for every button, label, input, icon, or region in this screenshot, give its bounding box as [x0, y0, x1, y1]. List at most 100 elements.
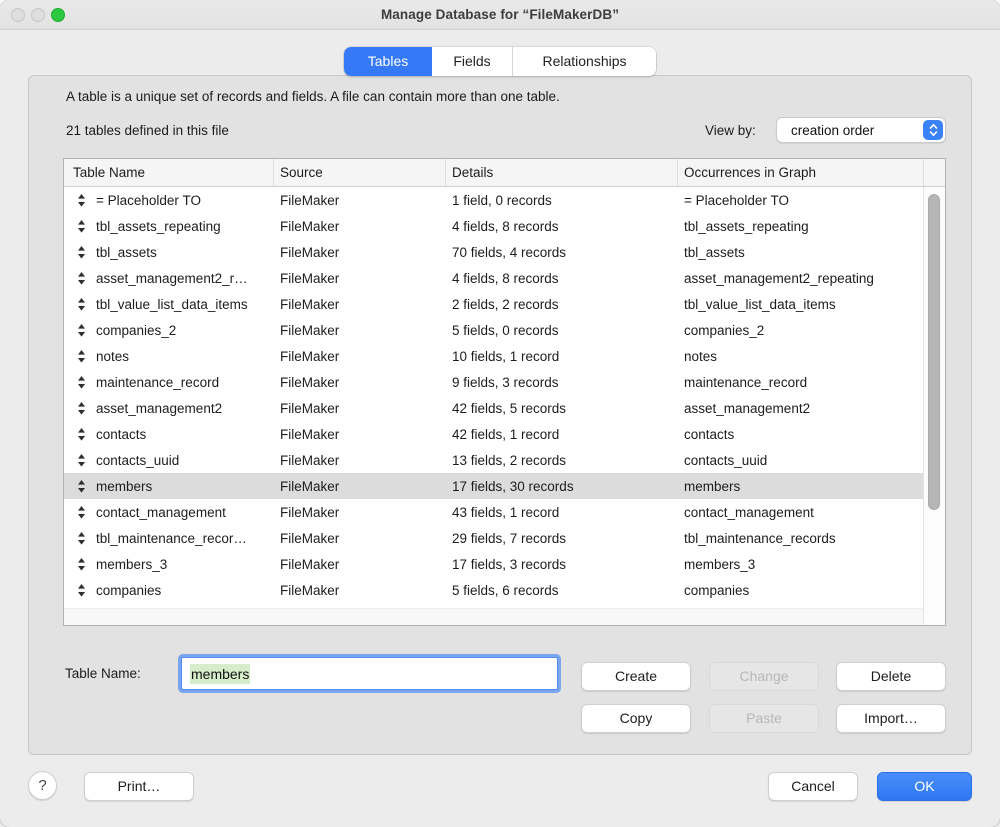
reorder-handle-icon[interactable] [77, 402, 86, 415]
reorder-handle-icon[interactable] [77, 532, 86, 545]
table-row[interactable]: members_3 FileMaker 17 fields, 3 records… [64, 551, 924, 577]
cell-source: FileMaker [274, 349, 446, 364]
cell-source: FileMaker [274, 427, 446, 442]
table-row[interactable]: asset_management2 FileMaker 42 fields, 5… [64, 395, 924, 421]
table-row[interactable]: contacts_uuid FileMaker 13 fields, 2 rec… [64, 447, 924, 473]
cell-details: 4 fields, 8 records [446, 271, 678, 286]
cell-details: 10 fields, 1 record [446, 349, 678, 364]
cancel-button[interactable]: Cancel [768, 772, 858, 801]
cell-source: FileMaker [274, 583, 446, 598]
reorder-handle-icon[interactable] [77, 246, 86, 259]
cell-table-name: notes [96, 349, 129, 364]
reorder-handle-icon[interactable] [77, 298, 86, 311]
cell-table-name: tbl_maintenance_recor… [96, 531, 247, 546]
delete-button[interactable]: Delete [836, 662, 946, 691]
tables-list: Table Name Source Details Occurrences in… [63, 158, 946, 626]
cell-occurrences: asset_management2_repeating [678, 271, 924, 286]
column-header-details[interactable]: Details [446, 159, 678, 186]
cell-occurrences: contact_management [678, 505, 924, 520]
column-header-table-name[interactable]: Table Name [64, 159, 274, 186]
vertical-scrollbar[interactable] [923, 187, 945, 625]
cell-source: FileMaker [274, 323, 446, 338]
reorder-handle-icon[interactable] [77, 194, 86, 207]
tables-list-header: Table Name Source Details Occurrences in… [64, 159, 945, 187]
cell-table-name: tbl_value_list_data_items [96, 297, 248, 312]
cell-details: 42 fields, 1 record [446, 427, 678, 442]
cell-source: FileMaker [274, 453, 446, 468]
reorder-handle-icon[interactable] [77, 558, 86, 571]
cell-details: 5 fields, 0 records [446, 323, 678, 338]
table-row[interactable]: tbl_value_list_data_items FileMaker 2 fi… [64, 291, 924, 317]
cell-source: FileMaker [274, 297, 446, 312]
column-header-source[interactable]: Source [274, 159, 446, 186]
table-name-input[interactable]: members [181, 657, 558, 690]
cell-details: 9 fields, 3 records [446, 375, 678, 390]
cell-table-name: companies [96, 583, 161, 598]
table-row[interactable]: contact_management FileMaker 43 fields, … [64, 499, 924, 525]
cell-occurrences: members [678, 479, 924, 494]
view-by-dropdown[interactable]: creation order [776, 117, 946, 143]
table-row[interactable]: contacts FileMaker 42 fields, 1 record c… [64, 421, 924, 447]
table-row[interactable]: companies FileMaker 5 fields, 6 records … [64, 577, 924, 603]
cell-occurrences: maintenance_record [678, 375, 924, 390]
table-row[interactable]: = Placeholder TO FileMaker 1 field, 0 re… [64, 187, 924, 213]
panel-description: A table is a unique set of records and f… [66, 89, 560, 104]
tab-fields[interactable]: Fields [432, 47, 512, 76]
vertical-scrollbar-thumb[interactable] [928, 194, 940, 510]
cell-source: FileMaker [274, 271, 446, 286]
reorder-handle-icon[interactable] [77, 454, 86, 467]
cell-table-name: members [96, 479, 152, 494]
create-button[interactable]: Create [581, 662, 691, 691]
cell-source: FileMaker [274, 245, 446, 260]
reorder-handle-icon[interactable] [77, 324, 86, 337]
cell-table-name: contacts [96, 427, 146, 442]
reorder-handle-icon[interactable] [77, 584, 86, 597]
print-button[interactable]: Print… [84, 772, 194, 801]
cell-table-name: maintenance_record [96, 375, 219, 390]
table-row[interactable]: tbl_assets FileMaker 70 fields, 4 record… [64, 239, 924, 265]
cell-source: FileMaker [274, 401, 446, 416]
cell-table-name: tbl_assets [96, 245, 157, 260]
cell-details: 17 fields, 3 records [446, 557, 678, 572]
title-bar[interactable]: Manage Database for “FileMakerDB” [0, 0, 1000, 30]
table-row[interactable]: tbl_assets_repeating FileMaker 4 fields,… [64, 213, 924, 239]
help-button[interactable]: ? [28, 771, 57, 800]
cell-occurrences: members_3 [678, 557, 924, 572]
cell-occurrences: notes [678, 349, 924, 364]
reorder-handle-icon[interactable] [77, 350, 86, 363]
reorder-handle-icon[interactable] [77, 480, 86, 493]
cell-source: FileMaker [274, 193, 446, 208]
table-rows: = Placeholder TO FileMaker 1 field, 0 re… [64, 187, 924, 603]
cell-occurrences: = Placeholder TO [678, 193, 924, 208]
table-row[interactable]: asset_management2_r… FileMaker 4 fields,… [64, 265, 924, 291]
tab-relationships[interactable]: Relationships [512, 47, 656, 76]
cell-occurrences: contacts_uuid [678, 453, 924, 468]
zoom-window-icon[interactable] [51, 8, 65, 22]
column-header-occurrences[interactable]: Occurrences in Graph [678, 159, 924, 186]
table-row[interactable]: members FileMaker 17 fields, 30 records … [64, 473, 924, 499]
close-window-icon [11, 8, 25, 22]
table-row[interactable]: companies_2 FileMaker 5 fields, 0 record… [64, 317, 924, 343]
cell-table-name: asset_management2 [96, 401, 222, 416]
reorder-handle-icon[interactable] [77, 428, 86, 441]
minimize-window-icon [31, 8, 45, 22]
table-row[interactable]: notes FileMaker 10 fields, 1 record note… [64, 343, 924, 369]
ok-button[interactable]: OK [877, 772, 972, 801]
reorder-handle-icon[interactable] [77, 220, 86, 233]
cell-details: 4 fields, 8 records [446, 219, 678, 234]
cell-source: FileMaker [274, 531, 446, 546]
horizontal-scrollbar[interactable] [64, 608, 923, 625]
copy-button[interactable]: Copy [581, 704, 691, 733]
cell-table-name: asset_management2_r… [96, 271, 248, 286]
table-row[interactable]: tbl_maintenance_recor… FileMaker 29 fiel… [64, 525, 924, 551]
cell-table-name: = Placeholder TO [96, 193, 201, 208]
tab-tables[interactable]: Tables [344, 47, 432, 76]
table-row[interactable]: maintenance_record FileMaker 9 fields, 3… [64, 369, 924, 395]
cell-occurrences: tbl_assets [678, 245, 924, 260]
window-title: Manage Database for “FileMakerDB” [0, 0, 1000, 30]
reorder-handle-icon[interactable] [77, 506, 86, 519]
reorder-handle-icon[interactable] [77, 376, 86, 389]
reorder-handle-icon[interactable] [77, 272, 86, 285]
import-button[interactable]: Import… [836, 704, 946, 733]
cell-details: 13 fields, 2 records [446, 453, 678, 468]
